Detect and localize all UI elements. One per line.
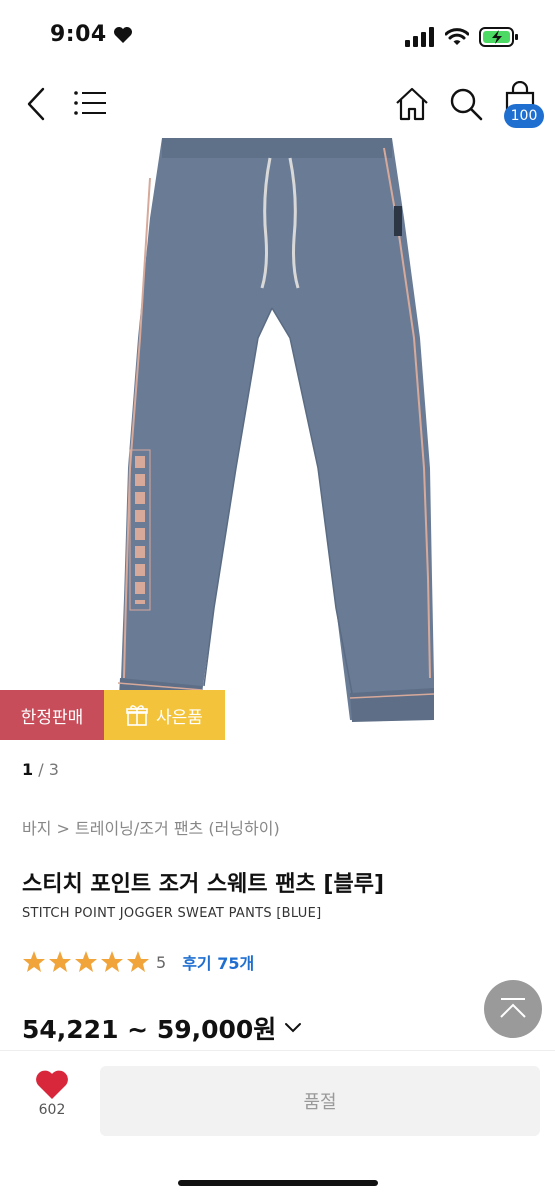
search-button[interactable] [446, 84, 486, 124]
gift-badge: 사은품 [104, 690, 225, 740]
cart-count-badge: 100 [504, 104, 544, 128]
heart-icon [36, 1070, 68, 1099]
star-icon [75, 951, 97, 972]
wifi-icon [445, 28, 469, 45]
star-icon [101, 951, 123, 972]
arrow-up-icon [500, 998, 526, 1018]
product-title-english: STITCH POINT JOGGER SWEAT PANTS [BLUE] [22, 906, 322, 921]
review-count-link[interactable]: 후기 75개 [182, 950, 254, 974]
time-label: 9:04 [50, 22, 107, 47]
heart-status-icon [113, 26, 132, 43]
gift-icon [126, 705, 148, 726]
star-icon [49, 951, 71, 972]
price-label: 54,221 ~ 59,000원 [22, 1015, 277, 1044]
rating-stars [22, 950, 150, 974]
pager-current: 1 [22, 760, 34, 779]
chevron-down-icon [285, 1023, 302, 1033]
back-button[interactable] [16, 84, 56, 124]
home-indicator [178, 1180, 378, 1186]
jogger-pants-image [117, 138, 435, 722]
star-icon [23, 951, 45, 972]
status-bar-indicators [405, 26, 519, 48]
image-pager: 1 / 3 [22, 760, 59, 779]
chevron-left-icon [27, 87, 45, 121]
rating-row: 5 후기 75개 [22, 950, 254, 974]
rating-score: 5 [156, 952, 167, 972]
home-icon [396, 87, 428, 121]
like-count: 602 [38, 1102, 66, 1118]
pager-total: 3 [48, 760, 59, 779]
gift-label: 사은품 [156, 707, 203, 728]
search-icon [450, 88, 483, 121]
like-button[interactable]: 602 [20, 1070, 84, 1140]
limited-sale-badge: 한정판매 [0, 690, 104, 740]
star-icon [127, 951, 149, 972]
menu-button[interactable] [70, 86, 110, 120]
battery-charging-icon [479, 27, 518, 47]
signal-icon [405, 27, 434, 47]
price-row[interactable]: 54,221 ~ 59,000원 [22, 1010, 302, 1046]
product-title: 스티치 포인트 조거 스웨트 팬츠 [블루] [22, 872, 385, 897]
status-bar-time: 9:04 [50, 22, 133, 47]
pager-separator: / [38, 760, 44, 779]
soldout-button[interactable]: 품절 [100, 1066, 540, 1136]
breadcrumb[interactable]: 바지 > 트레이닝/조거 팬츠 (러닝하이) [22, 815, 280, 839]
hamburger-icon [74, 91, 106, 115]
home-button[interactable] [392, 84, 432, 124]
product-image[interactable] [0, 138, 555, 740]
scroll-to-top-button[interactable] [484, 980, 542, 1038]
